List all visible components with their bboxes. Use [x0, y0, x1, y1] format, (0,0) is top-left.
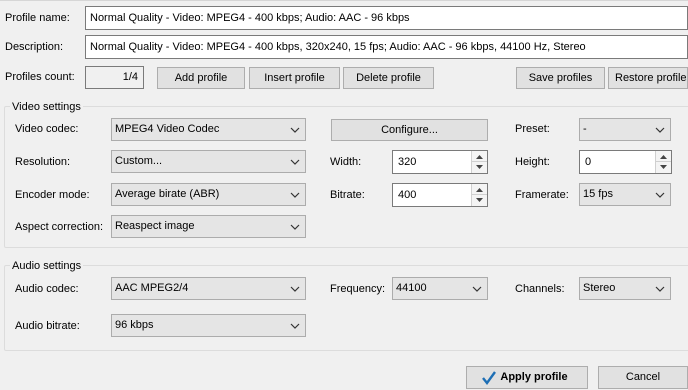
- chevron-down-icon: [290, 286, 300, 292]
- audio-bitrate-label: Audio bitrate:: [15, 320, 80, 332]
- description-label: Description:: [5, 41, 64, 53]
- video-settings-title: Video settings: [10, 100, 83, 114]
- add-profile-button[interactable]: Add profile: [157, 67, 245, 89]
- arrow-down-icon: [660, 165, 667, 169]
- width-spinner[interactable]: 320: [392, 150, 488, 174]
- spin-up-button[interactable]: [656, 151, 671, 162]
- spin-down-button[interactable]: [472, 162, 487, 173]
- chevron-down-icon: [655, 192, 665, 198]
- chevron-down-icon: [290, 127, 300, 133]
- preset-value: -: [583, 123, 587, 135]
- encoder-mode-label: Encoder mode:: [15, 189, 90, 201]
- audio-codec-label: Audio codec:: [15, 283, 79, 295]
- profile-name-label: Profile name:: [5, 12, 70, 24]
- bitrate-label: Bitrate:: [330, 189, 365, 201]
- height-spinner[interactable]: 0: [579, 150, 672, 174]
- insert-profile-button[interactable]: Insert profile: [249, 67, 340, 89]
- audio-codec-value: AAC MPEG2/4: [115, 282, 189, 294]
- description-input[interactable]: Normal Quality - Video: MPEG4 - 400 kbps…: [85, 35, 688, 59]
- channels-select[interactable]: Stereo: [579, 277, 671, 300]
- resolution-value: Custom...: [115, 155, 163, 167]
- arrow-up-icon: [660, 155, 667, 159]
- audio-settings-title: Audio settings: [10, 259, 84, 273]
- frequency-label: Frequency:: [330, 283, 386, 295]
- delete-profile-button[interactable]: Delete profile: [343, 67, 434, 89]
- frequency-select[interactable]: 44100: [392, 277, 488, 300]
- chevron-down-icon: [472, 286, 482, 292]
- video-codec-label: Video codec:: [15, 123, 79, 135]
- audio-bitrate-select[interactable]: 96 kbps: [111, 314, 306, 337]
- spin-down-button[interactable]: [656, 162, 671, 173]
- apply-profile-label: Apply profile: [500, 371, 568, 383]
- arrow-down-icon: [476, 198, 483, 202]
- chevron-down-icon: [290, 224, 300, 230]
- chevron-down-icon: [290, 159, 300, 165]
- framerate-label: Framerate:: [515, 189, 569, 201]
- profiles-count-label: Profiles count:: [5, 71, 75, 83]
- height-value: 0: [585, 156, 592, 168]
- preset-select[interactable]: -: [579, 118, 671, 141]
- encoder-mode-select[interactable]: Average birate (ABR): [111, 183, 306, 206]
- resolution-select[interactable]: Custom...: [111, 150, 306, 173]
- width-value: 320: [398, 156, 417, 168]
- spin-up-button[interactable]: [472, 151, 487, 162]
- spin-down-button[interactable]: [472, 195, 487, 206]
- encoder-mode-value: Average birate (ABR): [115, 188, 220, 200]
- chevron-down-icon: [290, 192, 300, 198]
- spin-up-button[interactable]: [472, 184, 487, 195]
- audio-codec-select[interactable]: AAC MPEG2/4: [111, 277, 306, 300]
- checkmark-icon: [482, 371, 496, 385]
- resolution-label: Resolution:: [15, 156, 71, 168]
- aspect-correction-select[interactable]: Reaspect image: [111, 215, 306, 238]
- arrow-down-icon: [476, 165, 483, 169]
- profiles-count-value: 1/4: [85, 66, 144, 89]
- cancel-button[interactable]: Cancel: [598, 366, 688, 389]
- frequency-value: 44100: [396, 282, 427, 294]
- aspect-correction-value: Reaspect image: [115, 220, 195, 232]
- chevron-down-icon: [655, 286, 665, 292]
- bitrate-value: 400: [398, 189, 417, 201]
- video-codec-value: MPEG4 Video Codec: [115, 123, 220, 135]
- audio-bitrate-value: 96 kbps: [115, 319, 154, 331]
- bitrate-spinner[interactable]: 400: [392, 183, 488, 207]
- width-label: Width:: [330, 156, 362, 168]
- apply-profile-button[interactable]: Apply profile: [466, 366, 588, 389]
- chevron-down-icon: [655, 127, 665, 133]
- height-label: Height:: [515, 156, 550, 168]
- top-divider: [0, 0, 688, 1]
- channels-label: Channels:: [515, 283, 565, 295]
- arrow-up-icon: [476, 188, 483, 192]
- chevron-down-icon: [290, 323, 300, 329]
- preset-label: Preset:: [515, 123, 550, 135]
- save-profiles-button[interactable]: Save profiles: [516, 67, 605, 89]
- framerate-select[interactable]: 15 fps: [579, 183, 671, 206]
- aspect-correction-label: Aspect correction:: [15, 221, 104, 233]
- framerate-value: 15 fps: [583, 188, 613, 200]
- arrow-up-icon: [476, 155, 483, 159]
- channels-value: Stereo: [583, 282, 616, 294]
- profile-name-input[interactable]: Normal Quality - Video: MPEG4 - 400 kbps…: [85, 6, 688, 30]
- video-codec-select[interactable]: MPEG4 Video Codec: [111, 118, 306, 141]
- configure-button[interactable]: Configure...: [331, 119, 488, 141]
- restore-profiles-button[interactable]: Restore profiles: [608, 67, 688, 89]
